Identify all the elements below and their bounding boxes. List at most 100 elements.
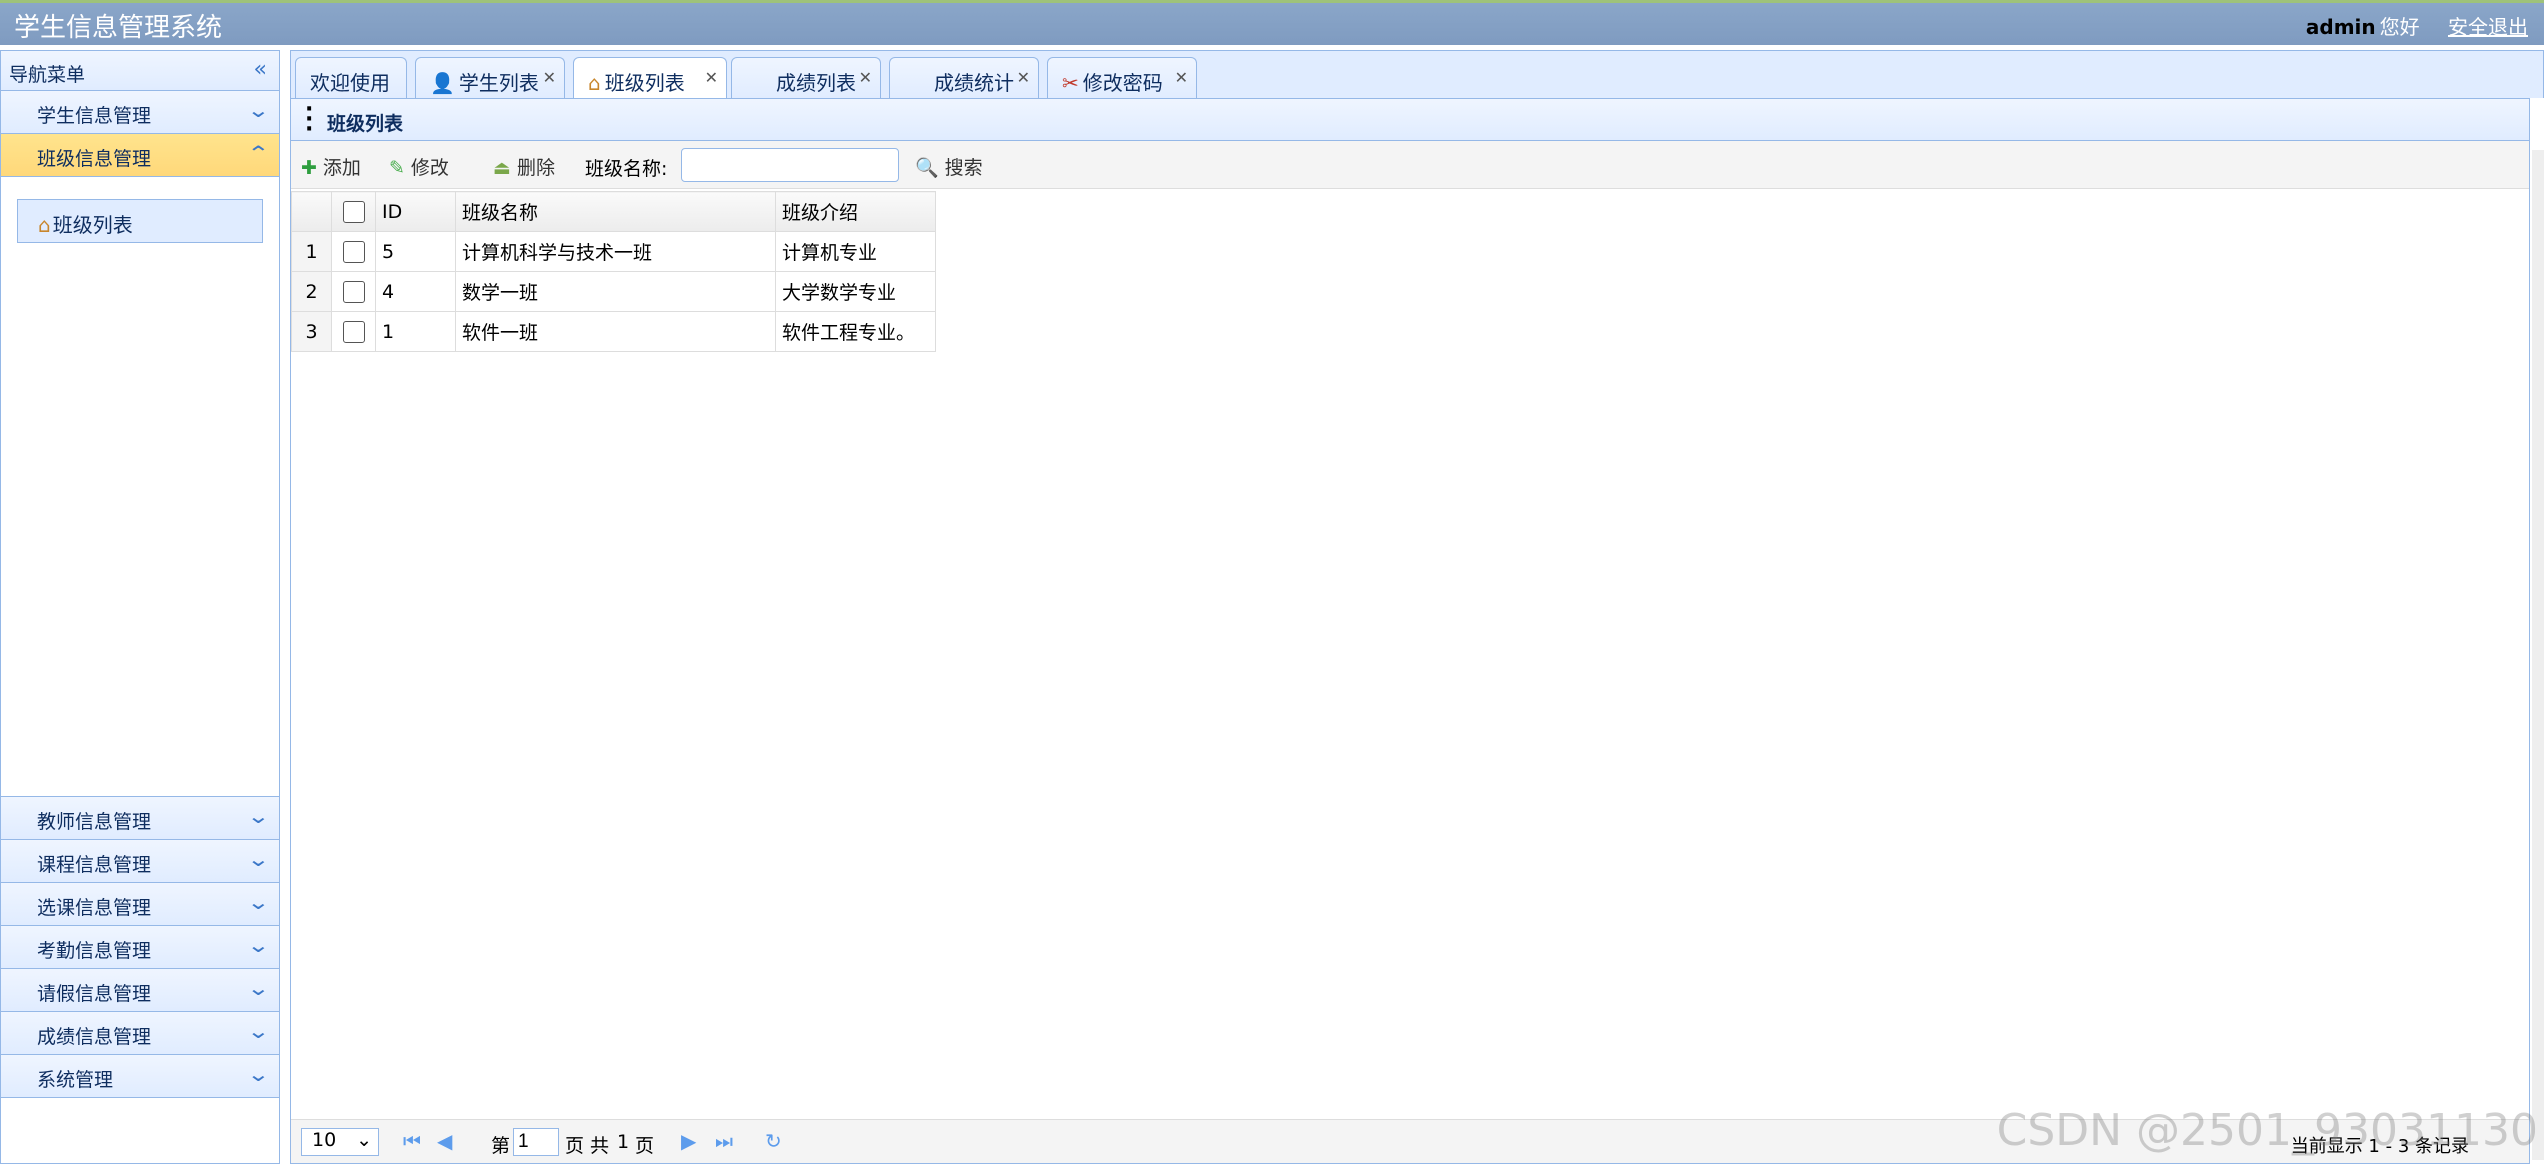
first-page-icon[interactable]: ⏮ (403, 1129, 421, 1153)
chevron-down-icon: ⌄ (246, 804, 271, 828)
close-icon[interactable]: ✕ (859, 68, 872, 87)
row-select-cell (331, 231, 376, 272)
chevron-down-icon: ⌄ (356, 1129, 372, 1151)
panel-header: · · · 班级列表 (291, 99, 2529, 141)
row-select-cell (331, 311, 376, 352)
page-prefix: 第 (491, 1135, 511, 1157)
sidebar-item-label: 课程信息管理 (37, 854, 152, 876)
cell-id: 5 (375, 231, 456, 272)
tab-bar: 欢迎使用 👤 学生列表 ✕ ⌂ 班级列表 ✕ 成绩列表 ✕ 成绩统计 ✕ ✂ 修改密码… (290, 50, 2544, 100)
column-header-id[interactable]: ID (375, 191, 456, 232)
search-icon: 🔍 (915, 157, 939, 179)
table-row[interactable]: 2 4 数学一班 大学数学专业 (291, 271, 936, 312)
tab-label: 修改密码 (1082, 71, 1163, 95)
edit-button[interactable]: ✎ 修改 (389, 153, 449, 180)
logout-link[interactable]: 安全退出 (2448, 15, 2528, 39)
refresh-icon[interactable]: ↻ (765, 1129, 782, 1153)
total-pages: 1 (617, 1131, 630, 1153)
cell-name: 软件一班 (455, 311, 776, 352)
class-name-input[interactable] (681, 148, 899, 182)
sidebar-item-score[interactable]: 成绩信息管理 ⌄ (1, 1012, 279, 1055)
cell-id: 4 (375, 271, 456, 312)
page-mid: 页 共 (565, 1135, 610, 1157)
sidebar-submenu: ⌂ 班级列表 (1, 177, 279, 797)
search-button-label: 搜索 (944, 157, 983, 179)
column-header-name[interactable]: 班级名称 (455, 191, 776, 232)
username: admin (2305, 15, 2376, 39)
sidebar-item-system[interactable]: 系统管理 ⌄ (1, 1055, 279, 1098)
search-label: 班级名称: (585, 158, 668, 180)
top-header: 学生信息管理系统 admin 您好 安全退出 (0, 0, 2544, 45)
submenu-item-label: 班级列表 (52, 213, 133, 237)
user-icon: 👤 (430, 71, 455, 95)
row-select-cell (331, 271, 376, 312)
row-number: 1 (291, 231, 332, 272)
vertical-scrollbar[interactable] (2532, 150, 2544, 1160)
submenu-item-class-list[interactable]: ⌂ 班级列表 (17, 199, 263, 243)
tab-change-password[interactable]: ✂ 修改密码 ✕ (1047, 57, 1197, 99)
add-icon: ✚ (301, 157, 317, 179)
house-icon: ⌂ (38, 213, 51, 237)
sidebar-item-selection[interactable]: 选课信息管理 ⌄ (1, 883, 279, 926)
next-page-icon[interactable]: ▶ (681, 1129, 696, 1153)
chevron-down-icon: ⌄ (246, 1062, 271, 1086)
pencil-icon: ✎ (389, 157, 405, 179)
sidebar-item-leave[interactable]: 请假信息管理 ⌄ (1, 969, 279, 1012)
sidebar-item-label: 成绩信息管理 (37, 1026, 152, 1048)
class-table: ID 班级名称 班级介绍 1 5 计算机科学与技术一班 计算机专业 2 4 数学… (291, 191, 936, 352)
last-page-icon[interactable]: ⏭ (715, 1129, 733, 1153)
row-checkbox[interactable] (342, 280, 365, 303)
tab-label: 班级列表 (604, 71, 685, 95)
add-button[interactable]: ✚ 添加 (301, 153, 361, 180)
add-label: 添加 (322, 157, 361, 179)
sidebar-item-teacher[interactable]: 教师信息管理 ⌄ (1, 797, 279, 840)
chevron-down-icon: ⌄ (246, 847, 271, 871)
close-icon[interactable]: ✕ (1175, 68, 1188, 87)
tab-student-list[interactable]: 👤 学生列表 ✕ (415, 57, 565, 99)
house-icon: ⌂ (588, 71, 601, 95)
sidebar-title: 导航菜单 (9, 64, 86, 86)
chevron-down-icon: ⌄ (246, 890, 271, 914)
sidebar-header: 导航菜单 « (1, 51, 279, 91)
app-title: 学生信息管理系统 (14, 13, 223, 43)
close-icon[interactable]: ✕ (543, 68, 556, 87)
delete-icon: ⏏ (493, 157, 511, 179)
row-checkbox[interactable] (342, 240, 365, 263)
tab-class-list[interactable]: ⌂ 班级列表 ✕ (573, 57, 727, 100)
sidebar-item-label: 考勤信息管理 (37, 940, 152, 962)
menu-dots-icon: · · · (305, 97, 314, 142)
tab-score-stats[interactable]: 成绩统计 ✕ (889, 57, 1039, 99)
row-number: 3 (291, 311, 332, 352)
tab-label: 学生列表 (458, 71, 539, 95)
tab-label: 欢迎使用 (310, 71, 390, 95)
tab-welcome[interactable]: 欢迎使用 (295, 57, 407, 99)
row-number-header (291, 191, 332, 232)
table-header-row: ID 班级名称 班级介绍 (291, 191, 936, 232)
watermark: CSDN @2501_93031130 (1996, 1105, 2538, 1156)
sidebar-item-class[interactable]: 班级信息管理 ⌃ (1, 134, 279, 177)
chevron-down-icon: ⌄ (246, 98, 271, 122)
class-list-panel: ··· 班级列表 ✚添加 ✎修改 ⏏删除 班级名称: 🔍搜索 ID (290, 98, 2530, 1164)
delete-button[interactable]: ⏏ 删除 (493, 153, 555, 180)
sidebar-item-student[interactable]: 学生信息管理 ⌄ (1, 91, 279, 134)
tab-score-list[interactable]: 成绩列表 ✕ (731, 57, 881, 99)
sidebar-item-label: 系统管理 (37, 1069, 114, 1091)
page-size-select[interactable]: 10 ⌄ (301, 1128, 379, 1156)
page-number-input[interactable] (513, 1128, 559, 1156)
close-icon[interactable]: ✕ (705, 68, 718, 87)
column-header-intro[interactable]: 班级介绍 (775, 191, 936, 232)
cell-name: 计算机科学与技术一班 (455, 231, 776, 272)
prev-page-icon[interactable]: ◀ (437, 1129, 452, 1153)
close-icon[interactable]: ✕ (1017, 68, 1030, 87)
row-checkbox[interactable] (342, 320, 365, 343)
sidebar-item-attendance[interactable]: 考勤信息管理 ⌄ (1, 926, 279, 969)
search-button[interactable]: 🔍 搜索 (915, 153, 983, 180)
cell-name: 数学一班 (455, 271, 776, 312)
sidebar-item-course[interactable]: 课程信息管理 ⌄ (1, 840, 279, 883)
sidebar-item-label: 教师信息管理 (37, 811, 152, 833)
select-all-checkbox[interactable] (342, 200, 365, 223)
cell-intro: 计算机专业 (775, 231, 936, 272)
table-row[interactable]: 1 5 计算机科学与技术一班 计算机专业 (291, 231, 936, 272)
collapse-left-icon[interactable]: « (254, 57, 267, 82)
table-row[interactable]: 3 1 软件一班 软件工程专业。 (291, 311, 936, 352)
